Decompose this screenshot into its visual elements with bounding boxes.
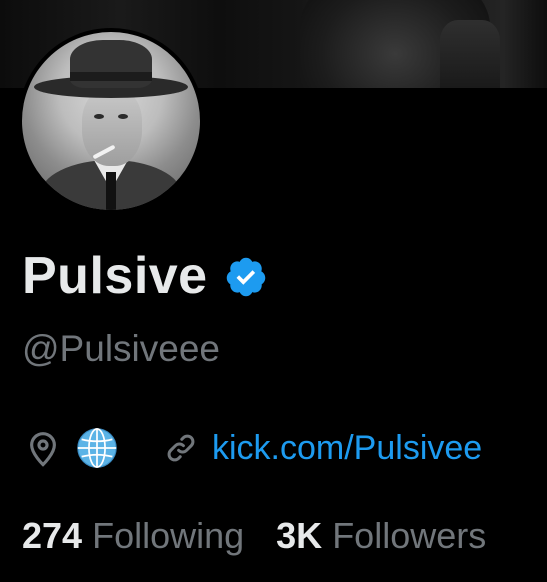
followers-stat[interactable]: 3K Followers [276, 512, 486, 560]
link-icon [162, 429, 200, 467]
globe-emoji-icon [74, 425, 120, 471]
following-label: Following [92, 515, 245, 556]
following-count: 274 [22, 515, 83, 556]
followers-label: Followers [332, 515, 487, 556]
following-stat[interactable]: 274 Following [22, 512, 244, 560]
profile-meta-row: kick.com/Pulsivee [22, 424, 482, 472]
name-row: Pulsive [22, 246, 268, 306]
avatar-eye-right [118, 114, 128, 119]
followers-count: 3K [276, 515, 323, 556]
profile-website-link[interactable]: kick.com/Pulsivee [212, 424, 482, 472]
avatar-tie [106, 172, 116, 210]
verified-badge-icon[interactable] [224, 255, 268, 299]
follow-stats: 274 Following 3K Followers [22, 512, 486, 560]
avatar-photo [22, 32, 200, 210]
avatar-hat-band [70, 72, 152, 81]
banner-detail [440, 20, 500, 88]
profile-handle: @Pulsiveee [22, 328, 220, 369]
location-pin-icon [22, 427, 64, 469]
display-name: Pulsive [22, 247, 208, 305]
avatar[interactable] [18, 28, 204, 214]
avatar-face [82, 88, 142, 166]
avatar-eye-left [94, 114, 104, 119]
